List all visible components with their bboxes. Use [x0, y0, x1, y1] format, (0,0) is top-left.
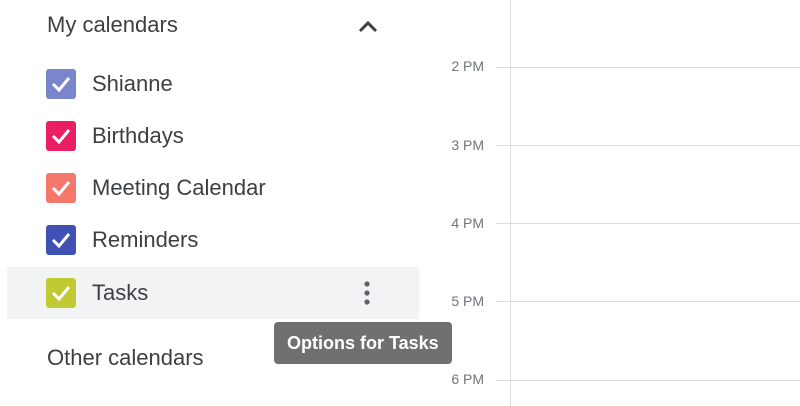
calendar-checkbox[interactable] — [46, 69, 76, 99]
hour-gridline[interactable] — [510, 223, 800, 224]
time-label: 2 PM — [451, 58, 484, 74]
check-icon — [51, 181, 71, 196]
hour-tick — [496, 223, 510, 224]
options-for-tasks-button[interactable] — [352, 278, 382, 308]
calendar-screen: My calendars Shianne Birthdays Meeting C… — [0, 0, 800, 406]
day-column-divider — [510, 0, 511, 406]
hour-gridline[interactable] — [510, 380, 800, 381]
hour-gridline[interactable] — [510, 145, 800, 146]
time-label: 3 PM — [451, 137, 484, 153]
calendar-item-tasks[interactable]: Tasks — [7, 267, 419, 319]
calendar-item-birthdays[interactable]: Birthdays — [7, 110, 419, 162]
time-label: 5 PM — [451, 293, 484, 309]
chevron-up-icon — [358, 20, 378, 33]
check-icon — [51, 129, 71, 144]
collapse-my-calendars-button[interactable] — [355, 14, 381, 38]
hour-tick — [496, 67, 510, 68]
calendar-label: Tasks — [92, 280, 149, 305]
calendar-label: Meeting Calendar — [92, 175, 266, 200]
check-icon — [51, 77, 71, 92]
my-calendars-header[interactable]: My calendars — [47, 12, 178, 38]
calendar-label: Reminders — [92, 227, 199, 252]
hour-gridline[interactable] — [510, 301, 800, 302]
calendar-item-meeting-calendar[interactable]: Meeting Calendar — [7, 162, 419, 214]
more-vert-icon — [364, 281, 370, 305]
hour-tick — [496, 380, 510, 381]
calendar-item-shianne[interactable]: Shianne — [7, 58, 419, 110]
other-calendars-header[interactable]: Other calendars — [47, 345, 204, 371]
time-label: 6 PM — [451, 371, 484, 387]
hour-tick — [496, 145, 510, 146]
calendar-checkbox[interactable] — [46, 225, 76, 255]
hour-tick — [496, 301, 510, 302]
check-icon — [51, 233, 71, 248]
calendar-item-reminders[interactable]: Reminders — [7, 214, 419, 266]
calendar-label: Shianne — [92, 71, 173, 96]
calendar-checkbox[interactable] — [46, 121, 76, 151]
calendar-checkbox[interactable] — [46, 278, 76, 308]
calendar-checkbox[interactable] — [46, 173, 76, 203]
check-icon — [51, 286, 71, 301]
calendar-label: Birthdays — [92, 123, 184, 148]
options-tooltip: Options for Tasks — [274, 322, 452, 364]
hour-gridline[interactable] — [510, 67, 800, 68]
time-label: 4 PM — [451, 215, 484, 231]
